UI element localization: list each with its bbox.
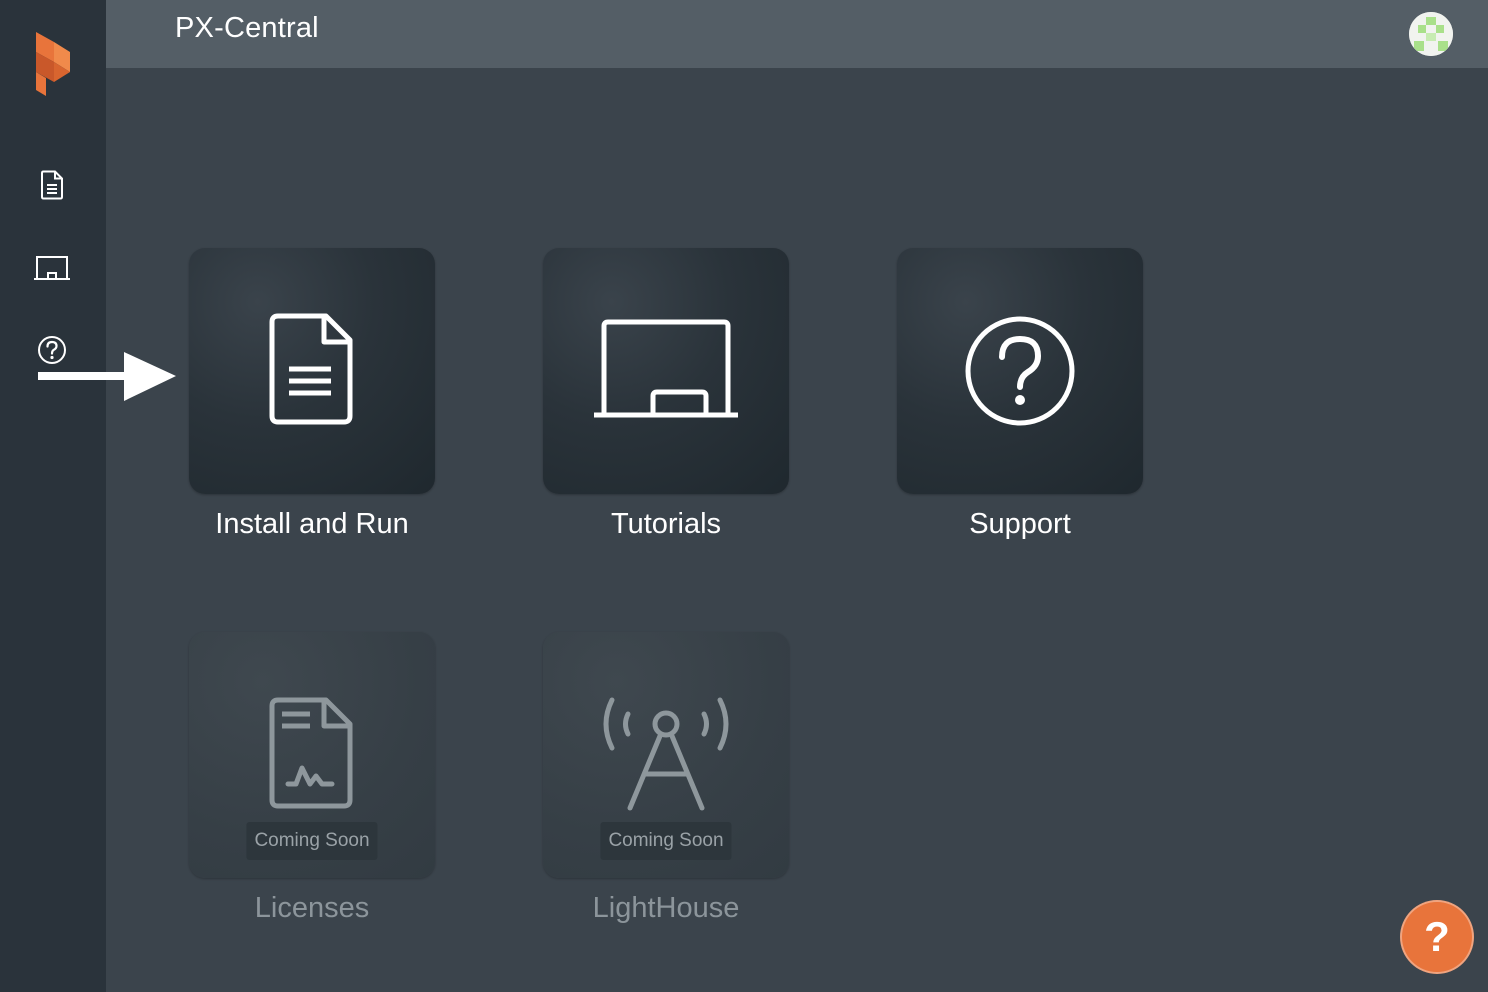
- tile-install-and-run[interactable]: [189, 248, 435, 494]
- tile-label-tutorials: Tutorials: [610, 508, 722, 540]
- antenna-icon: [603, 697, 729, 811]
- chalkboard-icon: [34, 256, 70, 280]
- help-glyph: ?: [1424, 913, 1450, 960]
- document-icon: [269, 313, 353, 425]
- tile-label-install-and-run: Install and Run: [215, 508, 409, 540]
- tile-tutorials[interactable]: [543, 248, 789, 494]
- top-bar: PX-Central: [106, 0, 1488, 68]
- tile-licenses: Coming Soon: [189, 632, 435, 878]
- app-title: PX-Central: [175, 12, 319, 44]
- tile-label-lighthouse: LightHouse: [592, 892, 740, 924]
- chalkboard-icon: [594, 319, 738, 418]
- user-avatar[interactable]: [1409, 12, 1453, 56]
- document-icon: [41, 170, 63, 200]
- sidebar-item-tutorials[interactable]: [30, 248, 74, 288]
- license-icon: [269, 697, 353, 809]
- coming-soon-badge: Coming Soon: [246, 822, 378, 860]
- sidebar: [0, 0, 106, 992]
- sidebar-item-install-and-run[interactable]: [30, 165, 74, 205]
- tile-label-licenses: Licenses: [254, 892, 370, 924]
- tile-lighthouse: Coming Soon: [543, 632, 789, 878]
- question-circle-icon: [965, 316, 1075, 426]
- identicon-icon: [1409, 12, 1453, 56]
- pointer-arrow-icon: [38, 352, 176, 401]
- tile-support[interactable]: [897, 248, 1143, 494]
- help-button[interactable]: ?: [1400, 900, 1474, 974]
- portworx-logo[interactable]: [30, 28, 74, 98]
- tile-label-support: Support: [969, 508, 1071, 540]
- coming-soon-badge: Coming Soon: [600, 822, 732, 860]
